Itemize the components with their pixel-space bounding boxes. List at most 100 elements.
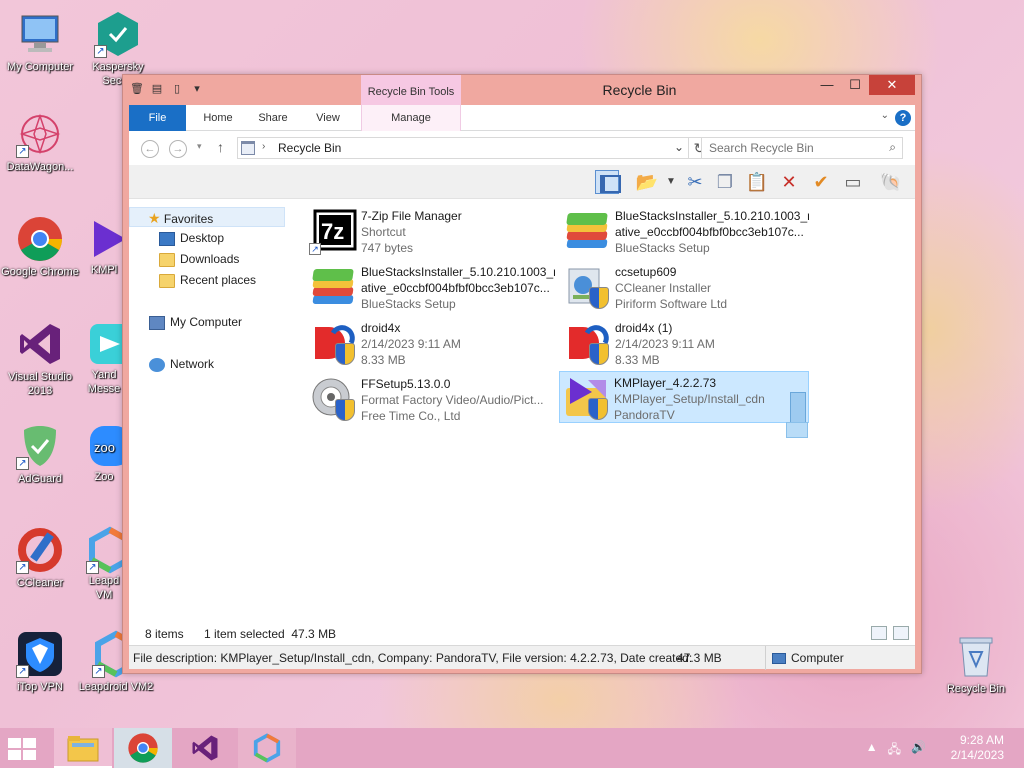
nav-downloads[interactable]: Downloads	[159, 249, 239, 269]
file-item-bluestacks[interactable]: BlueStacksInstaller_5.10.210.1003_n ativ…	[307, 261, 557, 313]
window-title: Recycle Bin	[602, 82, 677, 98]
taskbar: ▲ 🖧 🔊 9:28 AM 2/14/2023	[0, 728, 1024, 768]
tab-share[interactable]: Share	[247, 105, 299, 131]
tab-manage[interactable]: Manage	[361, 105, 461, 131]
computer-icon	[149, 315, 165, 330]
folder-check-icon[interactable]: 📂	[635, 170, 659, 194]
volume-icon[interactable]: 🔊	[911, 740, 926, 761]
desktop-icon-ccleaner[interactable]: ↗ CCleaner	[0, 526, 80, 590]
file-item-droid4x-1[interactable]: droid4x (1) 2/14/2023 9:11 AM 8.33 MB	[561, 317, 811, 369]
minimize-button[interactable]: —	[813, 75, 841, 95]
7zip-icon: 7z ↗	[309, 207, 357, 255]
breadcrumb-recycle-bin[interactable]: Recycle Bin	[278, 141, 341, 155]
file-size: 8.33 MB	[615, 353, 660, 367]
desktop-icon-visual-studio[interactable]: Visual Studio 2013	[0, 320, 80, 398]
scroll-handle[interactable]	[790, 392, 806, 424]
desktop-icon-itop-vpn[interactable]: ↗ iTop VPN	[0, 630, 80, 694]
cut-icon[interactable]: ✂	[683, 170, 707, 194]
file-item-bluestacks[interactable]: BlueStacksInstaller_5.10.210.1003_n ativ…	[561, 205, 811, 257]
address-dropdown-icon[interactable]: ⌄	[674, 140, 684, 154]
back-button[interactable]: ←	[141, 140, 159, 158]
nav-recent-label: Recent places	[180, 273, 257, 287]
desktop-icon-label: Yand Messe	[87, 369, 121, 395]
desktop-icon-label: Zoo	[94, 471, 114, 483]
desktop-icon-kmplayer[interactable]: KMPl	[86, 215, 122, 277]
computer-icon	[16, 10, 64, 58]
rename-icon[interactable]: ▭	[841, 170, 865, 194]
tab-file[interactable]: File	[129, 105, 186, 131]
tab-home[interactable]: Home	[191, 105, 245, 131]
system-tray: ▲ 🖧 🔊	[866, 740, 926, 761]
desktop-icon-my-computer[interactable]: My Computer	[0, 10, 80, 74]
file-item-droid4x[interactable]: droid4x 2/14/2023 9:11 AM 8.33 MB	[307, 317, 557, 369]
kaspersky-icon: ↗	[94, 10, 142, 58]
status-bar: 8 items 1 item selected 47.3 MB	[129, 623, 915, 645]
file-item-7zip[interactable]: 7z ↗ 7-Zip File Manager Shortcut 747 byt…	[307, 205, 557, 257]
show-hidden-icons-chevron-icon[interactable]: ▲	[866, 740, 878, 761]
bluestacks-icon	[309, 263, 357, 311]
search-input[interactable]	[702, 138, 872, 158]
desktop-icon-label: AdGuard	[17, 473, 63, 485]
windows-logo-icon	[8, 738, 21, 748]
nav-network[interactable]: Network	[149, 354, 214, 374]
help-button[interactable]: ?	[895, 110, 911, 126]
layout-pane-icon[interactable]	[595, 170, 621, 194]
desktop-icon-leapdroid-vm[interactable]: ↗ Leapd VM	[86, 526, 122, 602]
clock[interactable]: 9:28 AM 2/14/2023	[934, 733, 1004, 763]
ribbon-tabs: File Home Share View Manage ⌄ ?	[129, 105, 915, 131]
check-icon[interactable]: ✔	[809, 170, 833, 194]
file-item-kmplayer[interactable]: KMPlayer_4.2.2.73 KMPlayer_Setup/Install…	[559, 371, 809, 438]
paste-icon[interactable]: 📋	[745, 170, 769, 194]
maximize-button[interactable]: ☐	[841, 75, 869, 95]
nav-favorites[interactable]: ★ Favorites	[129, 207, 285, 227]
expand-ribbon-icon[interactable]: ⌄	[881, 110, 889, 121]
copy-icon[interactable]: ❐	[713, 170, 737, 194]
file-item-ccsetup[interactable]: ccsetup609 CCleaner Installer Piriform S…	[561, 261, 811, 313]
desktop-icon-google-chrome[interactable]: Google Chrome	[0, 215, 80, 279]
desktop-icon-adguard[interactable]: ↗ AdGuard	[0, 422, 80, 486]
recent-locations-chevron-icon[interactable]: ▾	[197, 141, 202, 152]
nav-desktop[interactable]: Desktop	[159, 228, 224, 248]
taskbar-chrome[interactable]	[114, 728, 172, 768]
address-row: ← → ▾ ↑ › Recycle Bin ⌄ ↻ ⌕	[129, 131, 915, 165]
zoom-icon: zoo	[86, 422, 122, 470]
search-box[interactable]: ⌕	[701, 137, 903, 159]
taskbar-visual-studio[interactable]	[176, 728, 234, 768]
details-view-icon[interactable]	[871, 626, 887, 640]
file-type: CCleaner Installer	[615, 281, 712, 295]
desktop-icon-zoom[interactable]: zoo Zoo	[86, 422, 122, 484]
start-button[interactable]	[8, 738, 38, 760]
delete-icon[interactable]: ✕	[777, 170, 801, 194]
taskbar-leapdroid[interactable]	[238, 728, 296, 768]
up-button[interactable]: ↑	[217, 139, 224, 155]
forward-button[interactable]: →	[169, 140, 187, 158]
leapdroid-icon	[253, 733, 281, 763]
chevron-down-icon[interactable]: ▼	[659, 170, 683, 194]
file-name: BlueStacksInstaller_5.10.210.1003_n	[361, 265, 555, 279]
shell-icon[interactable]: 🐚	[879, 170, 903, 194]
desktop-icon-yandex-messenger[interactable]: Yand Messe	[86, 320, 122, 396]
windows-logo-pane	[23, 738, 36, 748]
nav-network-label: Network	[170, 357, 215, 371]
address-bar[interactable]: › Recycle Bin ⌄	[237, 137, 689, 159]
desktop-icon-label: KMPl	[90, 264, 118, 276]
taskbar-file-explorer[interactable]	[54, 728, 112, 768]
title-bar[interactable]: 🗑 ▤ ▯ ▾ Recycle Bin Tools Recycle Bin — …	[123, 75, 921, 105]
breadcrumb-chevron-icon[interactable]: ›	[262, 141, 265, 152]
window-controls: — ☐ ✕	[813, 75, 915, 95]
close-button[interactable]: ✕	[869, 75, 915, 95]
large-icons-view-icon[interactable]	[893, 626, 909, 640]
desktop-icon-recycle-bin[interactable]: Recycle Bin	[936, 632, 1016, 696]
svg-text:zoo: zoo	[94, 440, 115, 455]
tab-view[interactable]: View	[303, 105, 353, 131]
file-name: droid4x (1)	[615, 321, 673, 335]
nav-my-computer[interactable]: My Computer	[149, 312, 242, 332]
file-item-ffsetup[interactable]: FFSetup5.13.0.0 Format Factory Video/Aud…	[307, 373, 557, 425]
leapdroid-icon: ↗	[86, 526, 122, 574]
file-size-detail: 47.3 MB	[677, 651, 722, 665]
desktop-icon	[159, 231, 175, 246]
zone-label: Computer	[791, 651, 844, 665]
network-tray-icon[interactable]: 🖧	[888, 740, 901, 761]
desktop-icon-datawagon[interactable]: ↗ DataWagon...	[0, 110, 80, 174]
nav-recent-places[interactable]: Recent places	[159, 270, 256, 290]
